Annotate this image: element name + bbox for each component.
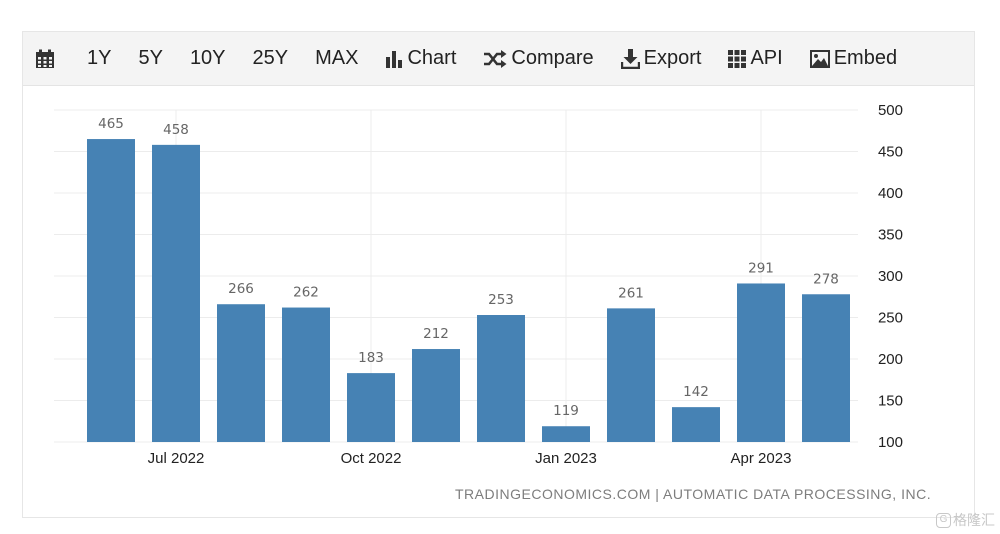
watermark: G 格隆汇: [936, 510, 995, 530]
y-tick-label: 250: [878, 310, 903, 327]
bar: [152, 144, 200, 443]
bar: [737, 283, 785, 442]
bar-value-label: 142: [683, 384, 709, 400]
bar: [607, 308, 655, 442]
y-tick-label: 300: [878, 268, 903, 285]
bar: [282, 307, 330, 442]
y-tick-label: 500: [878, 102, 903, 119]
bar-value-label: 212: [423, 326, 449, 342]
x-tick-label: Jul 2022: [148, 450, 205, 467]
bar: [672, 407, 720, 442]
bar-value-label: 278: [813, 271, 839, 287]
x-tick-label: Apr 2023: [731, 450, 792, 467]
bar-value-label: 465: [98, 116, 124, 132]
bar: [347, 373, 395, 442]
x-tick-label: Jan 2023: [535, 450, 597, 467]
bar: [802, 294, 850, 442]
x-tick-label: Oct 2022: [341, 450, 402, 467]
bar-value-label: 266: [228, 281, 254, 297]
bar-value-label: 253: [488, 292, 514, 308]
bar-value-label: 262: [293, 285, 319, 301]
bar-value-label: 119: [553, 403, 579, 419]
bar: [542, 426, 590, 442]
bar-value-label: 291: [748, 260, 774, 276]
source-credit: TRADINGECONOMICS.COM | AUTOMATIC DATA PR…: [455, 486, 932, 502]
y-tick-label: 450: [878, 144, 903, 161]
y-tick-label: 150: [878, 393, 903, 410]
bar: [412, 349, 460, 442]
bar-value-label: 183: [358, 350, 384, 366]
watermark-text: 格隆汇: [953, 512, 995, 528]
bar-chart: 100 150 200 250 300 350 400 450 500 Jul 2022 Oct 2…: [54, 102, 903, 467]
y-tick-label: 350: [878, 227, 903, 244]
watermark-logo-icon: G: [936, 512, 951, 528]
y-tick-label: 400: [878, 185, 903, 202]
bar-value-label: 458: [163, 122, 189, 138]
bar-value-label: 261: [618, 285, 644, 301]
y-tick-label: 200: [878, 351, 903, 368]
bar: [87, 139, 135, 443]
bar: [217, 304, 265, 442]
y-tick-label: 100: [878, 434, 903, 451]
bar: [477, 315, 525, 442]
